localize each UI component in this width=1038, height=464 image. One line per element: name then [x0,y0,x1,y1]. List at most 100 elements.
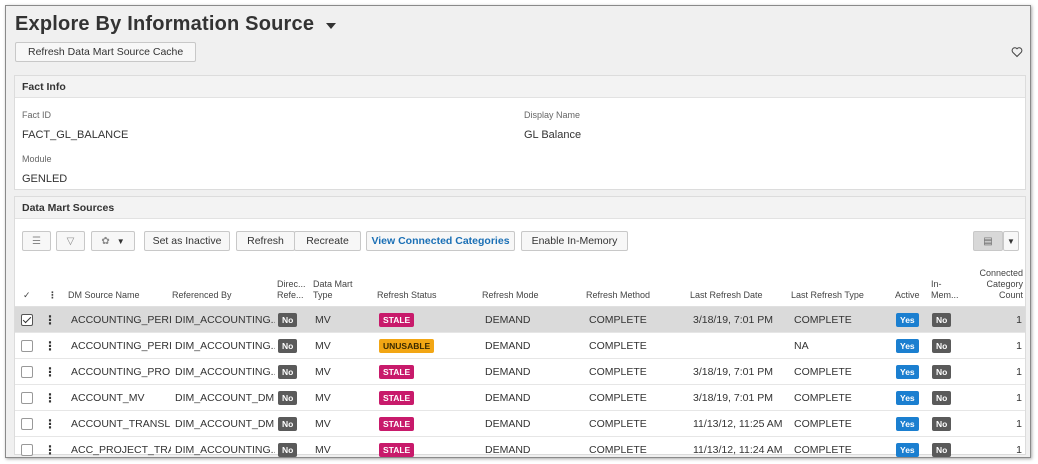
status-badge: UNUSABLE [379,339,435,353]
col-refresh-method[interactable]: Refresh Method [586,290,650,301]
active-badge: Yes [896,391,919,405]
refresh-button[interactable]: Refresh [236,231,295,251]
refresh-cache-button[interactable]: Refresh Data Mart Source Cache [15,42,197,62]
heart-icon[interactable] [1011,46,1023,58]
display-name-value: GL Balance [524,129,582,141]
filter-icon: ▽ [66,235,75,247]
list-view-button[interactable]: ☰ [22,231,51,251]
palette-menu-button[interactable]: ✿ ▼ [91,231,135,251]
enable-in-memory-button[interactable]: Enable In-Memory [521,231,628,251]
cell-referenced-by: DIM_ACCOUNTING... [175,314,275,326]
set-inactive-button[interactable]: Set as Inactive [144,231,230,251]
view-options-dropdown[interactable]: ▼ [1003,231,1019,251]
col-in-memory[interactable]: In- Mem... [931,279,959,301]
cell-connected-category-count: 1 [1016,444,1022,456]
table-row[interactable]: ⋮ ACCOUNTING_PRO... DIM_ACCOUNTING... No MV S… [15,359,1025,385]
table-row[interactable]: ⋮ ACCOUNTING_PERI... DIM_ACCOUNTING... No MV… [15,307,1025,333]
cell-referenced-by: DIM_ACCOUNT_DM [175,418,275,430]
module-field: Module GENLED [22,154,67,185]
table-row[interactable]: ⋮ACC_PROJECT_TRA...DIM_ACCOUNTING...NoMV… [15,437,1025,457]
cell-refresh-mode: DEMAND [485,314,531,326]
cell-active: Yes [896,307,919,333]
in-memory-badge: No [932,339,952,353]
kebab-icon[interactable]: ⋮ [44,307,56,333]
col-refresh-mode[interactable]: Refresh Mode [482,290,539,301]
col-data-mart-type[interactable]: Data Mart Type [313,279,353,301]
chevron-down-icon[interactable] [326,23,337,29]
cell-last-refresh-type: COMPLETE [794,392,852,404]
status-badge: STALE [379,313,415,327]
row-checkbox[interactable] [21,366,33,378]
cell-refresh-method: COMPLETE [589,366,647,378]
table-row[interactable]: ⋮ ACCOUNT_TRANSL... DIM_ACCOUNT_DM No MV STAL… [15,411,1025,437]
in-memory-badge: No [932,391,952,405]
cell-in-memory: No [932,437,952,457]
table-row[interactable]: ⋮ ACCOUNT_MV DIM_ACCOUNT_DM No MV STALE DEMAND… [15,385,1025,411]
kebab-icon[interactable]: ⋮ [44,333,56,359]
view-connected-categories-button[interactable]: View Connected Categories [366,231,515,251]
kebab-icon[interactable]: ⋮ [44,385,56,411]
cell-refresh-method: COMPLETE [589,314,647,326]
cell-direct-ref: No [278,333,298,359]
col-last-refresh-date[interactable]: Last Refresh Date [690,290,763,301]
cell-last-refresh-type: COMPLETE [794,366,852,378]
cell-dm-type: MV [315,314,331,326]
chevron-down-icon: ▼ [116,236,125,246]
grid-view-icon: ▤ [983,235,993,247]
cell-direct-ref: No [278,437,298,457]
row-checkbox[interactable] [21,314,33,326]
cell-referenced-by: DIM_ACCOUNT_DM [175,392,275,404]
cell-referenced-by: DIM_ACCOUNTING... [175,444,275,456]
page-title: Explore By Information Source [15,12,315,35]
col-direct-ref[interactable]: Direc... Refe... [277,279,306,301]
cell-last-refresh-date: 11/13/12, 11:25 AM [693,418,783,430]
data-mart-header: Data Mart Sources [15,197,1025,219]
cell-last-refresh-date: 3/18/19, 7:01 PM [693,314,773,326]
cell-last-refresh-date: 11/13/12, 11:24 AM [693,444,783,456]
cell-in-memory: No [932,411,952,437]
col-last-refresh-type[interactable]: Last Refresh Type [791,290,864,301]
cell-active: Yes [896,437,919,457]
row-checkbox[interactable] [21,392,33,404]
recreate-button[interactable]: Recreate [294,231,361,251]
fact-id-value: FACT_GL_BALANCE [22,129,129,141]
kebab-icon[interactable]: ⋮ [44,437,56,457]
cell-refresh-method: COMPLETE [589,340,647,352]
grid-view-button[interactable]: ▤ [973,231,1003,251]
status-badge: STALE [379,365,415,379]
cell-refresh-status: UNUSABLE [379,333,435,359]
col-active[interactable]: Active [895,290,920,301]
cell-dm-source-name: ACCOUNTING_PERI... [71,340,171,352]
col-dm-type-line1: Data Mart [313,279,353,289]
col-connected-category-count[interactable]: Connected Category Count [979,268,1023,301]
filter-button[interactable]: ▽ [56,231,85,251]
col-refresh-status[interactable]: Refresh Status [377,290,437,301]
cell-dm-type: MV [315,366,331,378]
table-row[interactable]: ⋮ ACCOUNTING_PERI... DIM_ACCOUNTING... No MV… [15,333,1025,359]
in-memory-badge: No [932,417,952,431]
cell-direct-ref: No [278,359,298,385]
cell-last-refresh-date: 3/18/19, 7:01 PM [693,366,773,378]
row-checkbox[interactable] [21,418,33,430]
cell-refresh-method: COMPLETE [589,392,647,404]
kebab-icon[interactable]: ⋮ [48,290,57,301]
fact-info-header: Fact Info [15,76,1025,98]
col-direct-ref-line2: Refe... [277,290,304,300]
col-in-memory-line2: Mem... [931,290,959,300]
direct-ref-badge: No [278,313,298,327]
col-referenced-by[interactable]: Referenced By [172,290,232,301]
cell-last-refresh-date: 3/18/19, 7:01 PM [693,392,773,404]
table-header: ✓ ⋮ DM Source Name Referenced By Direc..… [15,259,1025,307]
chevron-down-icon: ▼ [1007,236,1015,246]
direct-ref-badge: No [278,391,298,405]
cell-dm-type: MV [315,418,331,430]
cell-in-memory: No [932,359,952,385]
row-checkbox[interactable] [21,340,33,352]
cell-dm-type: MV [315,392,331,404]
cell-direct-ref: No [278,307,298,333]
col-dm-source-name[interactable]: DM Source Name [68,290,140,301]
select-all-column[interactable]: ✓ [23,290,31,301]
kebab-icon[interactable]: ⋮ [44,359,56,385]
kebab-icon[interactable]: ⋮ [44,411,56,437]
row-checkbox[interactable] [21,444,33,456]
